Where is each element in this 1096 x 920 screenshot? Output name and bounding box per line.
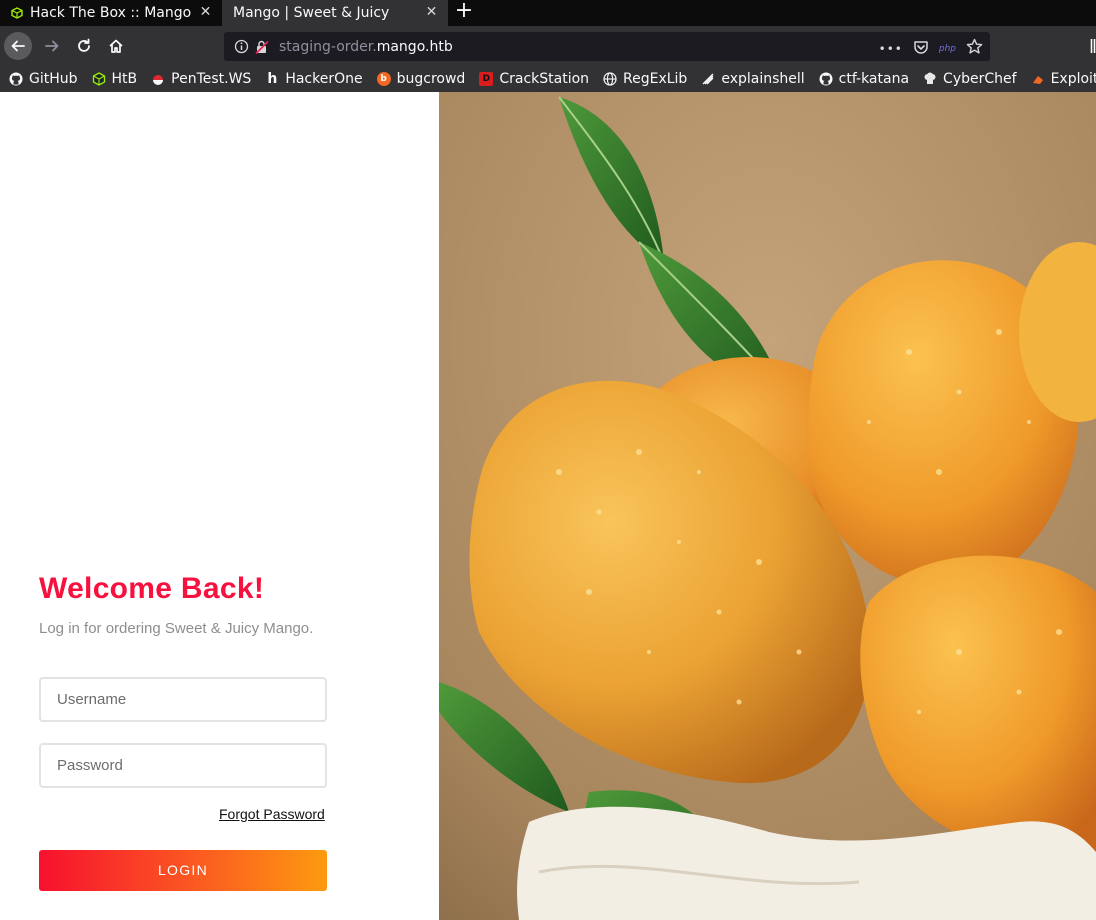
url-subdomain: staging-order. [279, 39, 377, 55]
username-input[interactable] [39, 677, 327, 722]
bookmark-crackstation[interactable]: D CrackStation [479, 71, 589, 87]
reload-icon[interactable] [70, 32, 98, 60]
bookmark-label: CyberChef [943, 71, 1017, 87]
home-icon[interactable] [102, 32, 130, 60]
bookmark-cyberchef[interactable]: CyberChef [923, 71, 1017, 87]
exploitdb-icon [1031, 72, 1045, 86]
bookmark-label: HackerOne [285, 71, 363, 87]
bookmark-explainshell[interactable]: explainshell [701, 71, 805, 87]
github-icon [819, 72, 833, 86]
tab-title: Mango | Sweet & Juicy [233, 5, 390, 21]
tab-title: Hack The Box :: Mango [30, 5, 192, 21]
bookmark-bugcrowd[interactable]: b bugcrowd [376, 71, 466, 87]
insecure-lock-icon[interactable] [254, 39, 270, 59]
bookmark-htb[interactable]: HtB [92, 71, 138, 87]
login-button[interactable]: LOGIN [39, 850, 327, 891]
tab-hack-the-box[interactable]: Hack The Box :: Mango ✕ [0, 0, 222, 26]
htb-cube-icon [11, 7, 23, 19]
bookmark-label: RegExLib [623, 71, 688, 87]
close-tab-icon[interactable]: ✕ [424, 5, 439, 20]
pentestws-icon [151, 72, 165, 86]
htb-icon [92, 72, 106, 86]
url-bar[interactable]: staging-order.mango.htb ••• php [224, 32, 990, 61]
url-text[interactable]: staging-order.mango.htb [279, 39, 453, 55]
new-tab-icon[interactable]: + [448, 0, 480, 26]
tab-mango-active[interactable]: Mango | Sweet & Juicy ✕ [222, 0, 448, 26]
bookmark-label: Exploit-DB [1050, 71, 1096, 87]
globe-icon [603, 72, 617, 86]
info-icon[interactable] [234, 39, 249, 58]
php-extension-icon[interactable]: php [939, 44, 956, 54]
bookmark-label: GitHub [29, 71, 78, 87]
login-subtitle: Log in for ordering Sweet & Juicy Mango. [39, 620, 314, 637]
bookmark-label: PenTest.WS [171, 71, 252, 87]
url-host: mango.htb [376, 39, 453, 55]
bookmark-star-icon[interactable] [966, 38, 983, 59]
login-panel: Welcome Back! Log in for ordering Sweet … [0, 92, 439, 920]
library-icon[interactable] [1090, 37, 1096, 57]
bookmark-github[interactable]: GitHub [9, 71, 78, 87]
bookmark-pentestws[interactable]: PenTest.WS [151, 71, 251, 87]
browser-tab-bar: Hack The Box :: Mango ✕ Mango | Sweet & … [0, 0, 1096, 26]
page-actions-menu-icon[interactable]: ••• [879, 42, 903, 56]
cyberchef-icon [923, 72, 937, 86]
mango-hero-image [439, 92, 1096, 920]
explainshell-icon [701, 72, 715, 86]
back-arrow-icon[interactable] [4, 32, 32, 60]
password-input[interactable] [39, 743, 327, 788]
forgot-password-link[interactable]: Forgot Password [219, 806, 325, 822]
page-content: Welcome Back! Log in for ordering Sweet … [0, 92, 1096, 920]
bookmark-label: ctf-katana [838, 71, 910, 87]
crackstation-icon: D [479, 72, 494, 86]
bookmark-hackerone[interactable]: h HackerOne [265, 71, 362, 87]
bookmark-ctf-katana[interactable]: ctf-katana [819, 71, 909, 87]
welcome-heading: Welcome Back! [39, 572, 265, 605]
bookmarks-toolbar: GitHub HtB PenTest.WS h HackerOne b bugc… [0, 66, 1096, 92]
bookmark-regexlib[interactable]: RegExLib [603, 71, 687, 87]
bookmark-label: CrackStation [499, 71, 590, 87]
bugcrowd-icon: b [376, 72, 391, 86]
forward-arrow-icon[interactable] [38, 32, 66, 60]
url-actions: ••• php [879, 38, 983, 59]
pocket-icon[interactable] [913, 39, 929, 59]
close-tab-icon[interactable]: ✕ [198, 5, 213, 20]
hackerone-icon: h [267, 71, 278, 87]
bookmark-exploit-db[interactable]: Exploit-DB [1031, 71, 1096, 87]
bookmark-label: bugcrowd [396, 71, 466, 87]
bookmark-label: explainshell [721, 71, 805, 87]
bookmark-label: HtB [111, 71, 138, 87]
github-icon [9, 72, 23, 86]
